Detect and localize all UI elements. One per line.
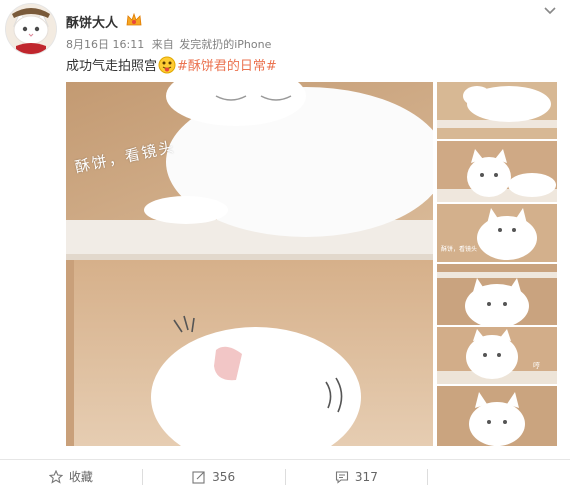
post-date: 8月16日 16:11 xyxy=(66,38,145,51)
favorite-button[interactable]: 收藏 xyxy=(0,460,142,493)
thumb-cat-1 xyxy=(437,82,557,139)
comment-count: 317 xyxy=(354,469,378,484)
username[interactable]: 酥饼大人 xyxy=(66,12,118,31)
vip-crown-icon[interactable] xyxy=(126,13,142,27)
repost-icon xyxy=(192,470,205,484)
post-text: 成功气走拍照宫 xyxy=(66,59,158,74)
thumbnail-6[interactable] xyxy=(437,386,557,446)
action-bar: 收藏 356 317 xyxy=(0,460,570,493)
thumb-cat-4 xyxy=(437,264,557,325)
avatar[interactable] xyxy=(6,4,56,54)
repost-button[interactable]: 356 xyxy=(143,460,285,493)
avatar-cat-image xyxy=(6,4,56,54)
main-photo[interactable]: 酥饼，看镜头 xyxy=(66,82,433,446)
post-content: 成功气走拍照宫 #酥饼君的日常# xyxy=(66,55,277,74)
like-button[interactable] xyxy=(428,460,570,493)
repost-count: 356 xyxy=(212,469,236,484)
thumbnail-1[interactable] xyxy=(437,82,557,139)
comment-button[interactable]: 317 xyxy=(286,460,428,493)
hashtag-link[interactable]: #酥饼君的日常# xyxy=(177,55,277,74)
post-meta: 8月16日 16:11 来自 发完就扔的iPhone xyxy=(66,36,271,52)
comment-icon xyxy=(335,470,348,484)
tongue-face-emoji-icon xyxy=(158,56,176,73)
source-prefix: 来自 xyxy=(151,38,174,51)
cat-photo-collage xyxy=(66,82,433,446)
thumbnail-5[interactable]: 哼 xyxy=(437,327,557,384)
thumb-caption-2: 哼 xyxy=(533,362,540,370)
thumb-cat-6 xyxy=(437,386,557,446)
chevron-down-icon[interactable] xyxy=(544,6,556,16)
thumb-cat-5 xyxy=(437,327,557,384)
star-icon xyxy=(48,469,63,484)
favorite-label: 收藏 xyxy=(68,470,93,484)
thumb-cat-2 xyxy=(437,141,557,202)
thumb-caption-1: 酥饼，看镜头 xyxy=(441,246,478,253)
thumbnail-4[interactable] xyxy=(437,264,557,325)
thumbnail-3[interactable]: 酥饼，看镜头 xyxy=(437,204,557,262)
post-source[interactable]: 发完就扔的iPhone xyxy=(179,38,271,51)
thumbnail-2[interactable] xyxy=(437,141,557,202)
thumb-cat-3 xyxy=(437,204,557,262)
